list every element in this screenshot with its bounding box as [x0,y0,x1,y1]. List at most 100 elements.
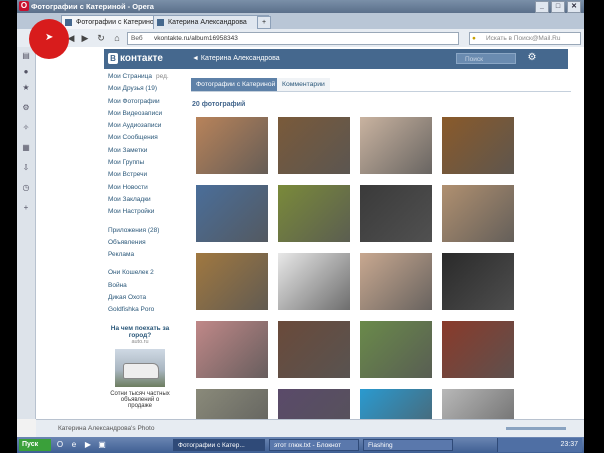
menu-item-friends[interactable]: Мои Друзья (19) [108,85,188,97]
taskbar-item-opera[interactable]: Фотографии с Катер... [173,439,265,451]
widgets-icon[interactable]: ✧ [21,123,31,133]
photo-thumbnail[interactable] [278,389,350,419]
app-link[interactable]: Goldfishka Poro [108,306,188,318]
vk-search-input[interactable]: Поиск [456,53,516,64]
web-page: Вконтакте ◄ Катерина Александрова Поиск … [36,47,584,419]
photo-thumbnail[interactable] [360,117,432,174]
app-link[interactable]: Война [108,282,188,294]
photo-thumbnail[interactable] [360,321,432,378]
search-placeholder: Искать в Поиск@Mail.Ru [486,35,561,42]
menu-item-news[interactable]: Мои Новости [108,184,188,196]
close-button[interactable]: ✕ [567,1,581,13]
photo-thumbnail[interactable] [278,117,350,174]
favorites-icon[interactable]: ★ [21,83,31,93]
menu-item-bookmarks[interactable]: Мои Закладки [108,196,188,208]
opera-quicklaunch-icon[interactable]: O [55,440,65,450]
status-text: Катерина Александрова's Photo [58,425,155,432]
browser-window: O Фотографии с Катериной - Opera _ □ ✕ Ф… [17,0,584,437]
ad-title[interactable]: На чем поехать за город? [108,325,172,339]
reload-icon[interactable]: ↻ [95,32,107,44]
app-link[interactable]: Они Кошелек 2 [108,269,188,281]
photo-thumbnail[interactable] [196,185,268,242]
menu-item-apps[interactable]: Приложения (28) [108,227,188,239]
search-field[interactable]: ● Искать в Поиск@Mail.Ru [469,32,581,45]
folder-quicklaunch-icon[interactable]: ▣ [97,440,107,450]
photo-count: 20 фотографий [192,101,246,108]
tab-album-photos[interactable]: Фотографии с Катериной [191,78,281,91]
mail-icon[interactable]: ● [21,67,31,77]
maximize-button[interactable]: □ [551,1,565,13]
address-bar[interactable]: Веб vkontakte.ru/album16958343 [127,32,459,45]
photo-thumbnail[interactable] [196,389,268,419]
taskbar-item-flashing[interactable]: Flashing [363,439,453,451]
url-text[interactable]: vkontakte.ru/album16958343 [154,33,238,44]
app-link[interactable]: Дикая Охота [108,294,188,306]
photo-thumbnail[interactable] [196,117,268,174]
media-quicklaunch-icon[interactable]: ▶ [83,440,93,450]
navigation-bar: ◀ ▶ ↻ ⌂ Веб vkontakte.ru/album16958343 ●… [17,29,584,48]
gear-icon[interactable]: ⚙ [526,52,538,64]
add-panel-icon[interactable]: + [21,203,31,213]
ad-car-image[interactable] [115,349,165,387]
tab-label: Катерина Александрова [168,19,247,26]
forward-icon[interactable]: ▶ [79,32,91,44]
opera-logo-icon[interactable]: O [19,1,29,11]
vk-logo-text: контакте [120,53,163,64]
photo-thumbnail[interactable] [278,321,350,378]
album-tabs: Фотографии с Катериной Комментарии [191,78,571,92]
photo-thumbnail[interactable] [442,185,514,242]
minimize-button[interactable]: _ [535,1,549,13]
history-icon[interactable]: ◷ [21,183,31,193]
photo-thumbnail[interactable] [196,253,268,310]
menu-item-messages[interactable]: Мои Сообщения [108,134,188,146]
ie-quicklaunch-icon[interactable]: e [69,440,79,450]
cursor-arrow-icon: ➤ [45,32,54,43]
web-label: Веб [131,35,143,42]
vk-sidebar-menu: Мои Страница ред. Мои Друзья (19) Мои Фот… [108,73,188,319]
tab-profile[interactable]: Катерина Александрова ✕ [153,15,269,29]
vk-favicon-icon [157,19,164,26]
notes-icon[interactable]: ▦ [21,143,31,153]
menu-item-my-page[interactable]: Мои Страница ред. [108,73,188,85]
system-tray: 23:37 [497,438,582,452]
downloads-icon[interactable]: ⇩ [21,163,31,173]
taskbar: Пуск O e ▶ ▣ Фотографии с Катер... этот … [17,437,584,453]
clock: 23:37 [560,441,578,448]
photo-thumbnail[interactable] [360,253,432,310]
vk-header: Вконтакте ◄ Катерина Александрова Поиск … [104,49,568,69]
breadcrumb[interactable]: ◄ Катерина Александрова [192,55,280,62]
bookmarks-icon[interactable]: ▤ [21,51,31,61]
vk-favicon-icon [65,19,72,26]
zoom-slider[interactable] [506,427,566,430]
menu-item-groups[interactable]: Мои Группы [108,159,188,171]
menu-item-audio[interactable]: Мои Аудиозаписи [108,122,188,134]
photo-thumbnail[interactable] [442,389,514,419]
photo-thumbnail[interactable] [442,117,514,174]
photo-thumbnail[interactable] [360,185,432,242]
home-icon[interactable]: ⌂ [111,32,123,44]
menu-item-photos[interactable]: Мои Фотографии [108,98,188,110]
photo-thumbnail[interactable] [442,321,514,378]
photo-thumbnail[interactable] [360,389,432,419]
ad-source: auto.ru [131,339,149,345]
click-indicator: ➤ [29,19,69,59]
photo-thumbnail[interactable] [278,253,350,310]
menu-item-advertising[interactable]: Реклама [108,251,188,263]
ad-description: Сотни тысяч частных объявлений о продаже [110,391,170,409]
menu-item-videos[interactable]: Мои Видеозаписи [108,110,188,122]
menu-item-settings[interactable]: Мои Настройки [108,208,188,220]
photo-thumbnail[interactable] [196,321,268,378]
menu-item-notes[interactable]: Мои Заметки [108,147,188,159]
new-tab-button[interactable]: + [257,16,271,29]
vk-logo[interactable]: Вконтакте [108,53,163,64]
taskbar-item-notepad[interactable]: этот глюк.txt - Блокнот [269,439,359,451]
photo-thumbnail[interactable] [278,185,350,242]
start-button[interactable]: Пуск [19,439,51,451]
settings-icon[interactable]: ⚙ [21,103,31,113]
menu-item-ads[interactable]: Объявления [108,239,188,251]
photo-thumbnail[interactable] [442,253,514,310]
menu-item-events[interactable]: Мои Встречи [108,171,188,183]
ad-block[interactable]: На чем поехать за город? auto.ru Сотни т… [108,325,172,409]
tab-comments[interactable]: Комментарии [277,78,330,91]
tab-photos[interactable]: Фотографии с Катериной ✕ [61,15,167,29]
